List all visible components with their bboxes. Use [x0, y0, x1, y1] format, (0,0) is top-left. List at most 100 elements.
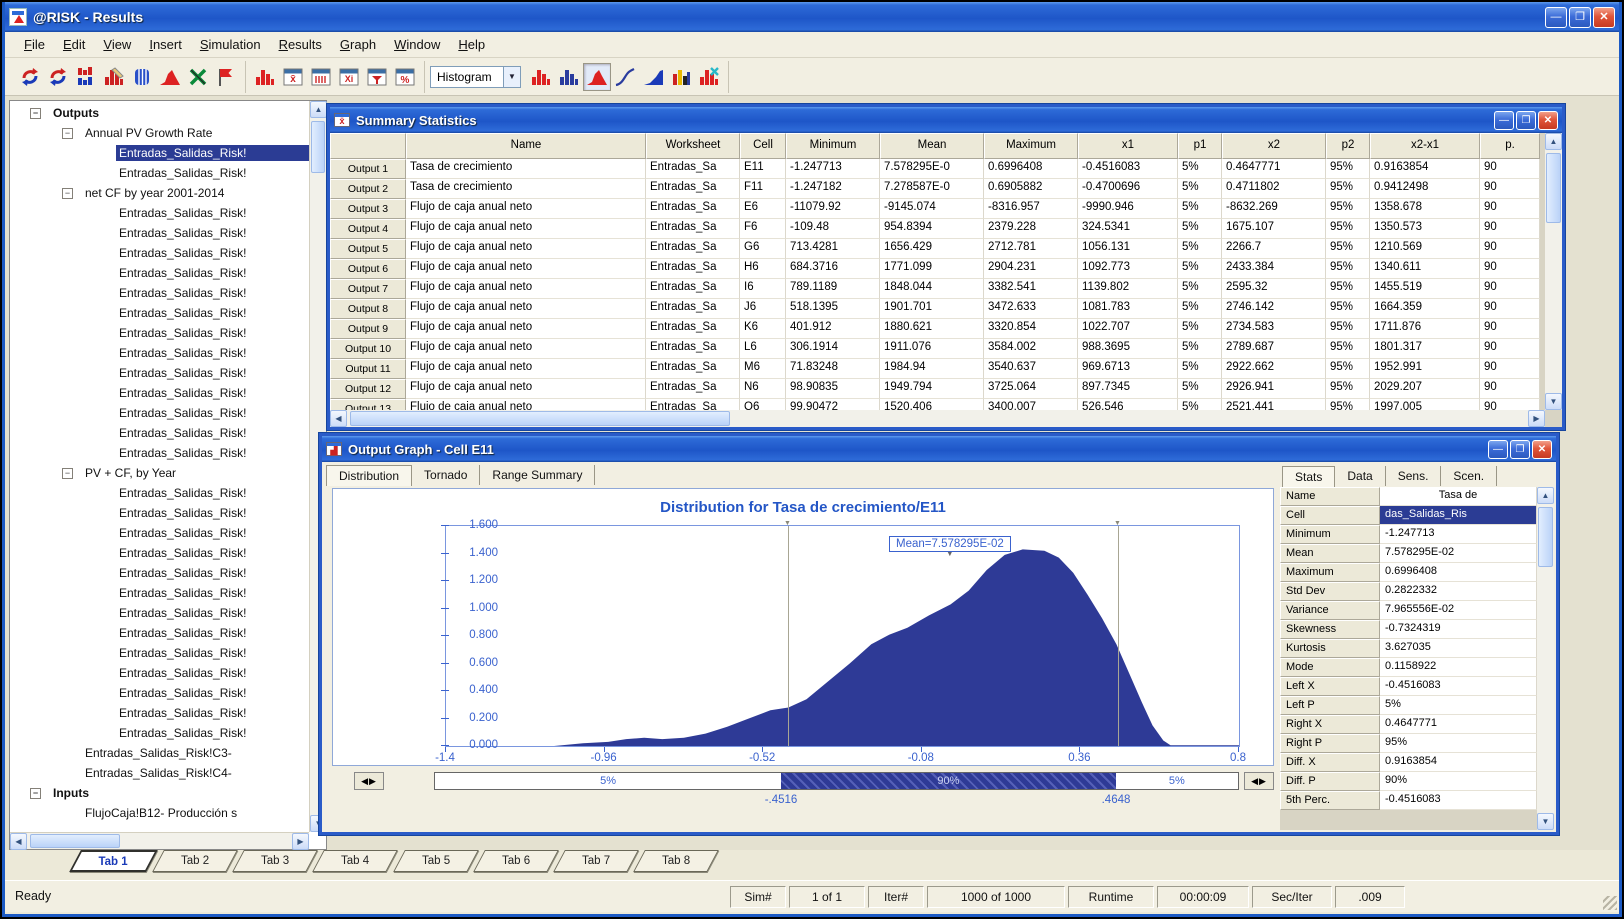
- table-row[interactable]: Output 10Flujo de caja anual netoEntrada…: [330, 339, 1562, 359]
- graph-overlay-icon[interactable]: [667, 63, 695, 91]
- tree-output-item[interactable]: Entradas_Salidas_Risk!: [10, 263, 309, 283]
- simulate-run-icon[interactable]: [44, 63, 72, 91]
- menu-file[interactable]: File: [15, 33, 54, 56]
- tab-scen-[interactable]: Scen.: [1441, 466, 1497, 486]
- model-window-icon[interactable]: [128, 63, 156, 91]
- tree-input-item[interactable]: FlujoCaja!B12- Producción s: [10, 803, 309, 823]
- browse-results-icon[interactable]: [251, 63, 279, 91]
- tree-output-item[interactable]: Entradas_Salidas_Risk!: [10, 623, 309, 643]
- tree-root-outputs[interactable]: −Outputs: [10, 103, 309, 123]
- tree-output-item[interactable]: Entradas_Salidas_Risk!: [10, 583, 309, 603]
- tree-output-item[interactable]: Entradas_Salidas_Risk!: [10, 703, 309, 723]
- graph-area-icon[interactable]: [583, 63, 611, 91]
- column-header[interactable]: p2: [1326, 133, 1370, 159]
- table-row[interactable]: Output 12Flujo de caja anual netoEntrada…: [330, 379, 1562, 399]
- table-row[interactable]: Output 5Flujo de caja anual netoEntradas…: [330, 239, 1562, 259]
- report-settings-icon[interactable]: [212, 63, 240, 91]
- stats-vertical-scrollbar[interactable]: ▲ ▼: [1537, 487, 1554, 830]
- tab-sens-[interactable]: Sens.: [1386, 466, 1442, 486]
- tab-distribution[interactable]: Distribution: [326, 465, 412, 486]
- graph-line-icon[interactable]: [611, 63, 639, 91]
- tree-output-item[interactable]: Entradas_Salidas_Risk!C4-: [10, 763, 309, 783]
- tree-output-item[interactable]: Entradas_Salidas_Risk!: [10, 423, 309, 443]
- summary-hscroll-thumb[interactable]: [350, 411, 730, 426]
- tree-group[interactable]: −PV + CF, by Year: [10, 463, 309, 483]
- tree-group[interactable]: −Annual PV Growth Rate: [10, 123, 309, 143]
- tree-root-inputs[interactable]: −Inputs: [10, 783, 309, 803]
- scroll-right-icon[interactable]: ▶: [292, 833, 309, 850]
- collapse-icon[interactable]: −: [62, 128, 73, 139]
- summary-horizontal-scrollbar[interactable]: ◀ ▶: [330, 410, 1545, 427]
- summary-titlebar[interactable]: x̄ Summary Statistics — ❐ ✕: [330, 107, 1562, 133]
- graph-histogram-blue-icon[interactable]: [555, 63, 583, 91]
- tree-group[interactable]: −net CF by year 2001-2014: [10, 183, 309, 203]
- graph-minimize-button[interactable]: —: [1488, 440, 1508, 459]
- tree-output-item[interactable]: Entradas_Salidas_Risk!: [10, 603, 309, 623]
- scroll-right-icon[interactable]: ▶: [1528, 410, 1545, 427]
- tree-output-item[interactable]: Entradas_Salidas_Risk!: [10, 363, 309, 383]
- collapse-icon[interactable]: −: [62, 188, 73, 199]
- graph-maximize-button[interactable]: ❐: [1510, 440, 1530, 459]
- tree-output-item[interactable]: Entradas_Salidas_Risk!: [10, 563, 309, 583]
- summary-minimize-button[interactable]: —: [1494, 111, 1514, 130]
- sensitivity-window-icon[interactable]: [363, 63, 391, 91]
- tree-output-item[interactable]: Entradas_Salidas_Risk!: [10, 283, 309, 303]
- tree-output-item[interactable]: Entradas_Salidas_Risk!: [10, 403, 309, 423]
- slider-right-5pct[interactable]: 5%: [1116, 773, 1238, 789]
- tree-hscroll-thumb[interactable]: [30, 834, 120, 848]
- tab-stats[interactable]: Stats: [1282, 466, 1335, 487]
- column-header[interactable]: p1: [1178, 133, 1222, 159]
- scroll-down-icon[interactable]: ▼: [1537, 813, 1554, 830]
- table-row[interactable]: Output 4Flujo de caja anual netoEntradas…: [330, 219, 1562, 239]
- corner-header[interactable]: [330, 133, 406, 159]
- column-header[interactable]: x1: [1078, 133, 1178, 159]
- column-header[interactable]: Worksheet: [646, 133, 740, 159]
- collapse-icon[interactable]: −: [30, 108, 41, 119]
- tab-tab-7[interactable]: Tab 7: [553, 850, 639, 872]
- tab-tab-2[interactable]: Tab 2: [152, 850, 238, 872]
- slider-left-arrows-icon[interactable]: ◀▶: [354, 772, 384, 790]
- tree-output-item[interactable]: Entradas_Salidas_Risk!C3-: [10, 743, 309, 763]
- table-row[interactable]: Output 9Flujo de caja anual netoEntradas…: [330, 319, 1562, 339]
- summary-scroll-thumb[interactable]: [1546, 153, 1561, 223]
- tree-output-item[interactable]: Entradas_Salidas_Risk!: [10, 223, 309, 243]
- close-button[interactable]: ✕: [1593, 7, 1615, 28]
- summary-vertical-scrollbar[interactable]: ▲ ▼: [1545, 133, 1562, 410]
- tree-output-item[interactable]: Entradas_Salidas_Risk!: [10, 443, 309, 463]
- scroll-up-icon[interactable]: ▲: [310, 101, 327, 118]
- graph-type-dropdown[interactable]: Histogram▼: [430, 66, 521, 88]
- scroll-left-icon[interactable]: ◀: [330, 410, 347, 427]
- tab-tab-4[interactable]: Tab 4: [313, 850, 399, 872]
- summary-stats-window-icon[interactable]: x̄: [279, 63, 307, 91]
- tree-horizontal-scrollbar[interactable]: ◀ ▶: [10, 832, 309, 849]
- menu-window[interactable]: Window: [385, 33, 449, 56]
- table-row[interactable]: Output 7Flujo de caja anual netoEntradas…: [330, 279, 1562, 299]
- maximize-button[interactable]: ❐: [1569, 7, 1591, 28]
- tree-output-item[interactable]: Entradas_Salidas_Risk!: [10, 683, 309, 703]
- column-header[interactable]: p.: [1480, 133, 1540, 159]
- column-header[interactable]: Mean: [880, 133, 984, 159]
- clear-risk-data-icon[interactable]: [184, 63, 212, 91]
- tab-tab-3[interactable]: Tab 3: [232, 850, 318, 872]
- tree-output-item[interactable]: Entradas_Salidas_Risk!: [10, 243, 309, 263]
- table-row[interactable]: Output 1Tasa de crecimientoEntradas_SaE1…: [330, 159, 1562, 179]
- tree-scroll-thumb[interactable]: [311, 121, 325, 173]
- minimize-button[interactable]: —: [1545, 7, 1567, 28]
- tree-output-item[interactable]: Entradas_Salidas_Risk!: [10, 203, 309, 223]
- tree-output-item[interactable]: Entradas_Salidas_Risk!: [10, 343, 309, 363]
- slider-mid-90pct[interactable]: 90%: [781, 773, 1115, 789]
- resize-grip[interactable]: [1603, 896, 1617, 910]
- table-row[interactable]: Output 3Flujo de caja anual netoEntradas…: [330, 199, 1562, 219]
- chevron-down-icon[interactable]: ▼: [503, 67, 520, 87]
- tab-data[interactable]: Data: [1335, 466, 1385, 486]
- tab-range-summary[interactable]: Range Summary: [480, 465, 595, 485]
- menu-graph[interactable]: Graph: [331, 33, 385, 56]
- tab-tab-8[interactable]: Tab 8: [633, 850, 719, 872]
- define-distribution-icon[interactable]: [100, 63, 128, 91]
- menu-simulation[interactable]: Simulation: [191, 33, 270, 56]
- table-row[interactable]: Output 8Flujo de caja anual netoEntradas…: [330, 299, 1562, 319]
- add-output-icon[interactable]: [72, 63, 100, 91]
- column-header[interactable]: Cell: [740, 133, 786, 159]
- collapse-icon[interactable]: −: [30, 788, 41, 799]
- slider-right-arrows-icon[interactable]: ◀▶: [1244, 772, 1274, 790]
